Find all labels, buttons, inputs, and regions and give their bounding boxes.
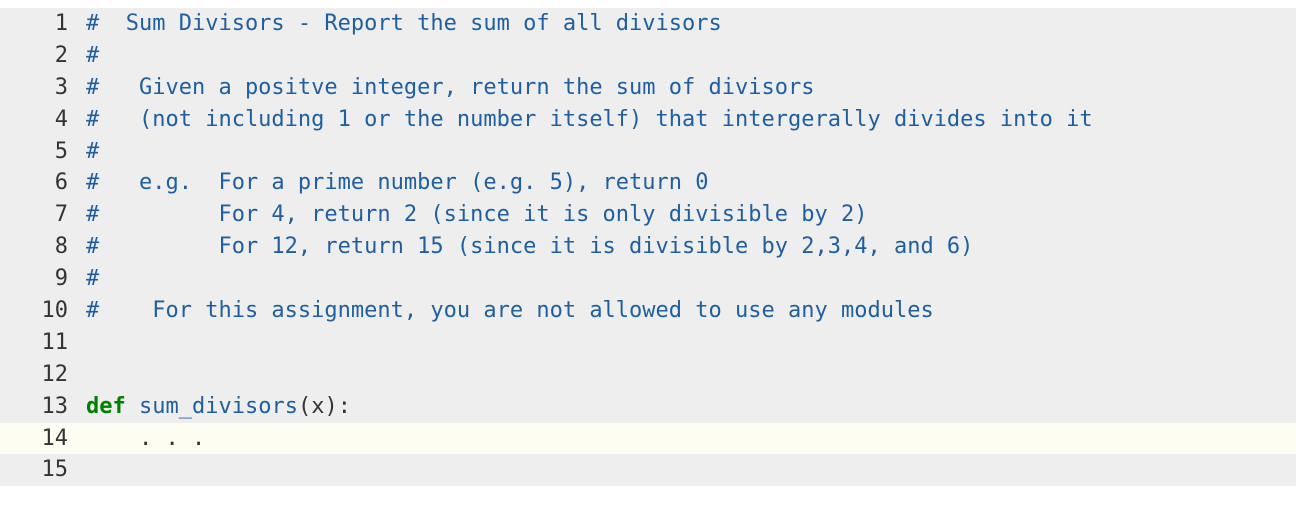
line-content: [86, 327, 1296, 359]
code-line: 7# For 4, return 2 (since it is only div…: [0, 199, 1296, 231]
line-content: #: [86, 263, 1296, 295]
line-content: # Given a positve integer, return the su…: [86, 72, 1296, 104]
line-number: 10: [0, 295, 86, 327]
line-content: [86, 359, 1296, 391]
code-line: 11: [0, 327, 1296, 359]
line-number: 11: [0, 327, 86, 359]
line-number: 1: [0, 8, 86, 40]
code-line: 1# Sum Divisors - Report the sum of all …: [0, 8, 1296, 40]
line-content: # (not including 1 or the number itself)…: [86, 104, 1296, 136]
line-number: 12: [0, 359, 86, 391]
code-token: #: [86, 43, 99, 68]
line-content: [86, 454, 1296, 486]
code-token: # (not including 1 or the number itself)…: [86, 107, 1093, 132]
code-line: 14 . . .: [0, 423, 1296, 455]
code-token: # e.g. For a prime number (e.g. 5), retu…: [86, 170, 709, 195]
code-token: # For 4, return 2 (since it is only divi…: [86, 202, 867, 227]
line-content: # For this assignment, you are not allow…: [86, 295, 1296, 327]
code-line: 4# (not including 1 or the number itself…: [0, 104, 1296, 136]
code-token: #: [86, 266, 99, 291]
code-line: 9#: [0, 263, 1296, 295]
code-line: 8# For 12, return 15 (since it is divisi…: [0, 231, 1296, 263]
code-token: # Given a positve integer, return the su…: [86, 75, 814, 100]
line-number: 13: [0, 391, 86, 423]
line-number: 6: [0, 167, 86, 199]
code-token: #: [86, 139, 99, 164]
code-token: # For 12, return 15 (since it is divisib…: [86, 234, 973, 259]
line-number: 7: [0, 199, 86, 231]
code-line: 3# Given a positve integer, return the s…: [0, 72, 1296, 104]
line-number: 4: [0, 104, 86, 136]
line-number: 5: [0, 136, 86, 168]
code-line: 2#: [0, 40, 1296, 72]
line-number: 3: [0, 72, 86, 104]
line-number: 15: [0, 454, 86, 486]
line-content: # For 4, return 2 (since it is only divi…: [86, 199, 1296, 231]
code-token: # For this assignment, you are not allow…: [86, 298, 934, 323]
line-number: 2: [0, 40, 86, 72]
code-line: 6# e.g. For a prime number (e.g. 5), ret…: [0, 167, 1296, 199]
line-content: #: [86, 136, 1296, 168]
code-token: [126, 394, 139, 419]
code-token: def: [86, 394, 126, 419]
code-token: sum_divisors: [139, 394, 298, 419]
line-number: 9: [0, 263, 86, 295]
code-token: # Sum Divisors - Report the sum of all d…: [86, 11, 722, 36]
code-token: (x):: [298, 394, 351, 419]
line-content: . . .: [86, 423, 1296, 455]
line-content: # For 12, return 15 (since it is divisib…: [86, 231, 1296, 263]
line-content: # e.g. For a prime number (e.g. 5), retu…: [86, 167, 1296, 199]
code-line: 12: [0, 359, 1296, 391]
line-number: 8: [0, 231, 86, 263]
line-content: #: [86, 40, 1296, 72]
line-number: 14: [0, 423, 86, 455]
code-block: 1# Sum Divisors - Report the sum of all …: [0, 8, 1296, 486]
code-line: 10# For this assignment, you are not all…: [0, 295, 1296, 327]
code-line: 5#: [0, 136, 1296, 168]
code-token: . . .: [86, 426, 205, 451]
code-line: 15: [0, 454, 1296, 486]
line-content: # Sum Divisors - Report the sum of all d…: [86, 8, 1296, 40]
line-content: def sum_divisors(x):: [86, 391, 1296, 423]
code-line: 13def sum_divisors(x):: [0, 391, 1296, 423]
